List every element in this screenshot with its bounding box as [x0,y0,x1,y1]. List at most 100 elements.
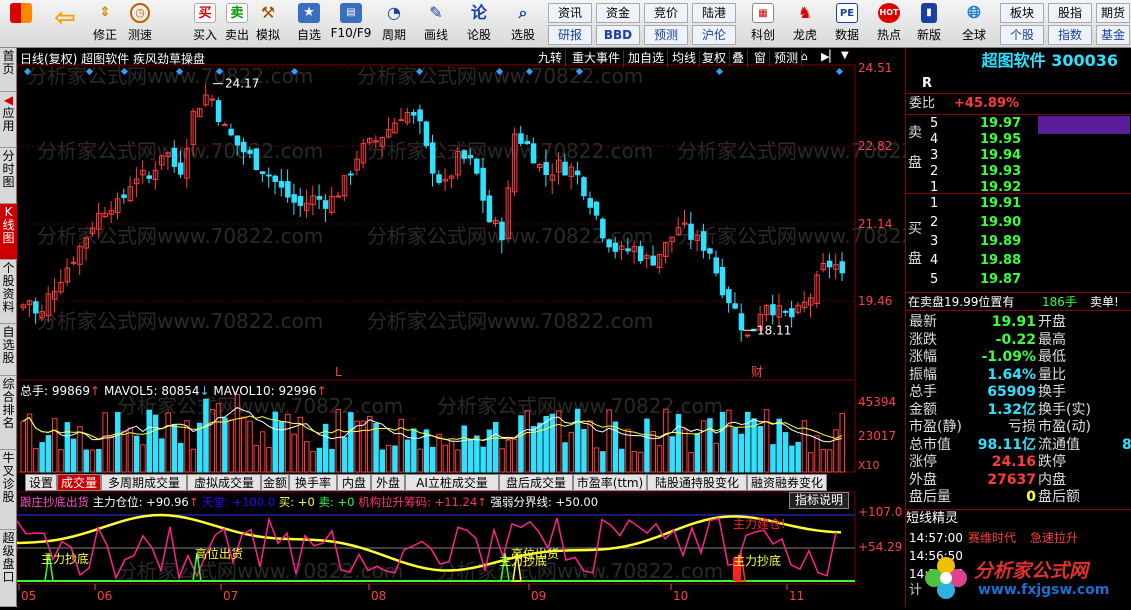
quote-row: 涨幅 -1.09% 最低 [906,349,1131,365]
new-version-button[interactable]: ▮ 新版 [914,3,944,45]
stock-pick-button[interactable]: ⌕ 选股 [503,3,543,45]
tab-diagnosis[interactable]: 牛叉诊股 [0,450,17,530]
watchlist-button[interactable]: ★ 自选 [290,3,328,45]
volume-ma10: MAVOL10: 92996 [213,384,317,398]
futures-button[interactable]: 期货 [1096,3,1130,23]
indicator-tab-2[interactable]: 多周期成交量 [101,474,187,491]
indicator-tab-8[interactable]: AI立桩成交量 [405,474,499,491]
index-futures-button[interactable]: 股指 [1048,3,1092,23]
data-button[interactable]: PE 数据 [830,3,864,45]
tab-stock-info[interactable]: 个股资料 [0,260,17,324]
tab-ranking[interactable]: 综合排名 [0,376,17,450]
buy-level-row[interactable]: 3 19.89 [906,234,1131,250]
speed-test-button[interactable]: ◷ 测速 [125,3,155,45]
shanghai-london-button[interactable]: 沪伦 [692,25,736,45]
chart-btn-2[interactable]: 加自选 [625,50,669,67]
tab-kline[interactable]: K线图 [0,204,17,260]
period-button[interactable]: ◔ 周期 [376,3,412,45]
sell-level-row[interactable]: 4 19.95 [906,132,1131,148]
kline-chart-area[interactable]: 分析家公式网www.70822.com 分析家公式网www.70822.com 分析… [16,48,963,607]
tab-home[interactable]: 首页 [0,48,17,92]
grid-icon[interactable] [6,3,36,45]
sell-button[interactable]: 卖 卖出 [222,3,252,45]
indicator-tab-1[interactable]: 成交量 [57,474,101,491]
indicator-tab-11[interactable]: 陆股通持股变化 [647,474,747,491]
funds-button[interactable]: 资金 [596,3,640,23]
price-tick: 24.51 [858,61,892,75]
indicator-tab-0[interactable]: 设置 [25,474,57,491]
global-button[interactable]: 🌐︎ 全球 [956,3,992,45]
volume-bar [411,428,417,473]
fix-button[interactable]: ⇕ 修正 [90,3,120,45]
sell-icon: 卖 [226,3,248,23]
marker-l: L [335,365,342,379]
sell-level-row[interactable]: 2 19.93 [906,164,1131,180]
indicator-tab-6[interactable]: 内盘 [337,474,371,491]
sector-button[interactable]: 板块 [1000,3,1044,23]
tab-apps[interactable]: ◀应用 [0,92,17,148]
weibi-row: 委比 +45.89% [909,96,1020,111]
dragon-tiger-button[interactable]: ♞ 龙虎 [788,3,822,45]
indicator-tab-10[interactable]: 市盈率(ttm) [573,474,647,491]
indicator-help-button[interactable]: 指标说明 [789,492,849,509]
hk-connect-button[interactable]: 陆港 [692,3,736,23]
kechuang-button[interactable]: ▦ 科创 [745,3,781,45]
low-label: 18.11 [757,323,791,337]
chart-btn-5[interactable]: 叠 [729,50,749,67]
kechuang-icon: ▦ [752,3,774,23]
sell-level-row[interactable]: 3 19.94 [906,148,1131,164]
simulate-button[interactable]: ⚒ 模拟 [253,3,283,45]
volume-bar [789,445,795,473]
candle-body [373,140,379,143]
volume-bar [663,408,669,473]
clock-icon: ◷ [130,3,150,23]
index-button[interactable]: 指数 [1048,25,1092,45]
bbd-button[interactable]: BBD [596,25,640,45]
candle-body [178,162,184,175]
forecast-button[interactable]: 预测 [644,25,688,45]
quote-value: -0.22 [995,331,1036,348]
individual-stock-button[interactable]: 个股 [1000,25,1044,45]
tab-super-handicap[interactable]: 超级盘口 [0,530,17,607]
spirit-row[interactable]: 14:57:00 赛维时代 急速拉升 [906,530,1131,546]
indicator-tab-4[interactable]: 金额 [261,474,289,491]
buy-level-row[interactable]: 4 19.88 [906,253,1131,269]
chart-btn-6[interactable]: 窗 [751,50,771,67]
indicator-tab-9[interactable]: 盘后成交量 [499,474,573,491]
buy-level-row[interactable]: 5 19.87 [906,272,1131,288]
volume-bar [732,427,738,473]
talk-stock-button[interactable]: 论 论股 [464,3,494,45]
chart-btn-4[interactable]: 复权 [699,50,731,67]
indicator-tab-7[interactable]: 外盘 [371,474,405,491]
news-button[interactable]: 资讯 [548,3,592,23]
chart-btn-3[interactable]: 均线 [669,50,701,67]
tab-intraday[interactable]: 分时图 [0,148,17,204]
volume-bar [606,409,612,473]
candle-body [417,109,423,122]
back-arrow-icon[interactable]: ⇦ [48,3,82,45]
indicator-tab-5[interactable]: 换手率 [289,474,337,491]
chart-btn-1[interactable]: 重大事件 [569,50,625,67]
tab-my-stocks[interactable]: 自选股 [0,324,17,376]
fund-button[interactable]: 基金 [1096,25,1130,45]
indicator-tab-3[interactable]: 虚拟成交量 [187,474,261,491]
chart-btn-7[interactable]: 预测 [771,50,803,67]
toolbar: ⇦ ⇕ 修正 ◷ 测速 买 买入 卖 卖出 ⚒ 模拟 ★ 自选 ▤ F10/F9… [0,0,1131,48]
price-tick: 19.46 [858,294,892,308]
buy-level-row[interactable]: 1 19.91 [906,196,1131,212]
chart-btn-0[interactable]: 九转 [535,50,567,67]
forward-step-icon[interactable]: ▶▏ [821,50,838,66]
buy-level-row[interactable]: 2 19.90 [906,215,1131,231]
home-icon[interactable]: ⌂ [801,50,815,66]
buy-button[interactable]: 买 买入 [190,3,220,45]
f10-button[interactable]: ▤ F10/F9 [330,3,372,45]
dropdown-icon[interactable]: ▼ [841,50,853,66]
auction-button[interactable]: 竞价 [644,3,688,23]
indicator-tab-12[interactable]: 融资融券变化 [747,474,827,491]
legend-institution: 机构拉升筹码: +11.24 [358,495,478,509]
research-button[interactable]: 研报 [548,25,592,45]
watermark-text: 分析家公式网www.70822.com [357,64,643,88]
volume-bar [222,417,228,473]
draw-line-button[interactable]: ✎ 画线 [418,3,454,45]
hotspot-button[interactable]: HOT 热点 [872,3,906,45]
